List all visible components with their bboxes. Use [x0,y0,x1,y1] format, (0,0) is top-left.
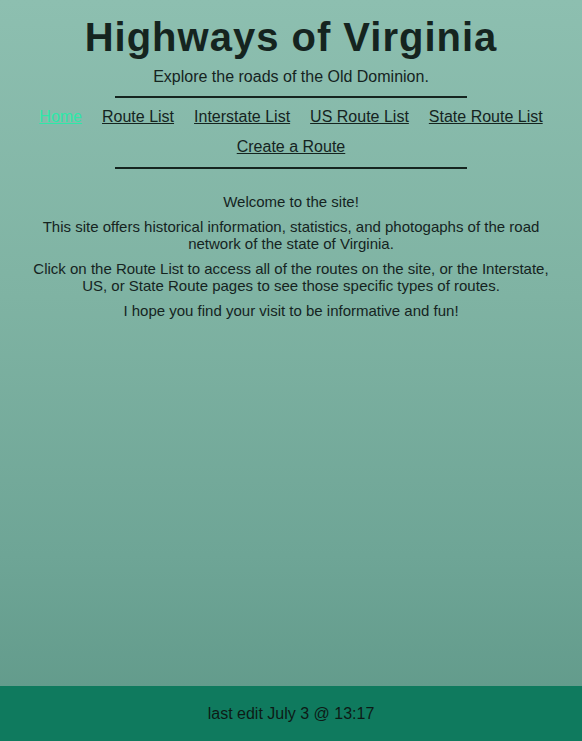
paragraph: Click on the Route List to access all of… [24,260,558,294]
paragraph: This site offers historical information,… [24,218,558,252]
nav-link[interactable]: US Route List [310,106,409,128]
nav-link[interactable]: Create a Route [237,136,346,158]
nav-bar: Home Route List Interstate List US Route Li… [24,98,558,167]
nav-link[interactable]: Route List [102,106,174,128]
site-subtitle: Explore the roads of the Old Dominion. [85,68,498,86]
nav-link[interactable]: Home [39,106,82,128]
main-content: Highways of Virginia Explore the roads o… [0,0,582,686]
nav-link[interactable]: State Route List [429,106,543,128]
site-title: Highways of Virginia [85,14,498,60]
divider [115,96,467,98]
site-header: Highways of Virginia Explore the roads o… [85,14,498,96]
nav-link[interactable]: Interstate List [194,106,290,128]
footer: last edit July 3 @ 13:17 [0,686,582,741]
divider [115,167,467,169]
paragraph: Welcome to the site! [24,193,558,210]
paragraph: I hope you find your visit to be informa… [24,302,558,319]
last-edit: last edit July 3 @ 13:17 [208,705,375,723]
background-photo: Highways of Virginia Explore the roads o… [0,0,582,741]
welcome-text: Welcome to the site! This site offers his… [24,193,558,319]
